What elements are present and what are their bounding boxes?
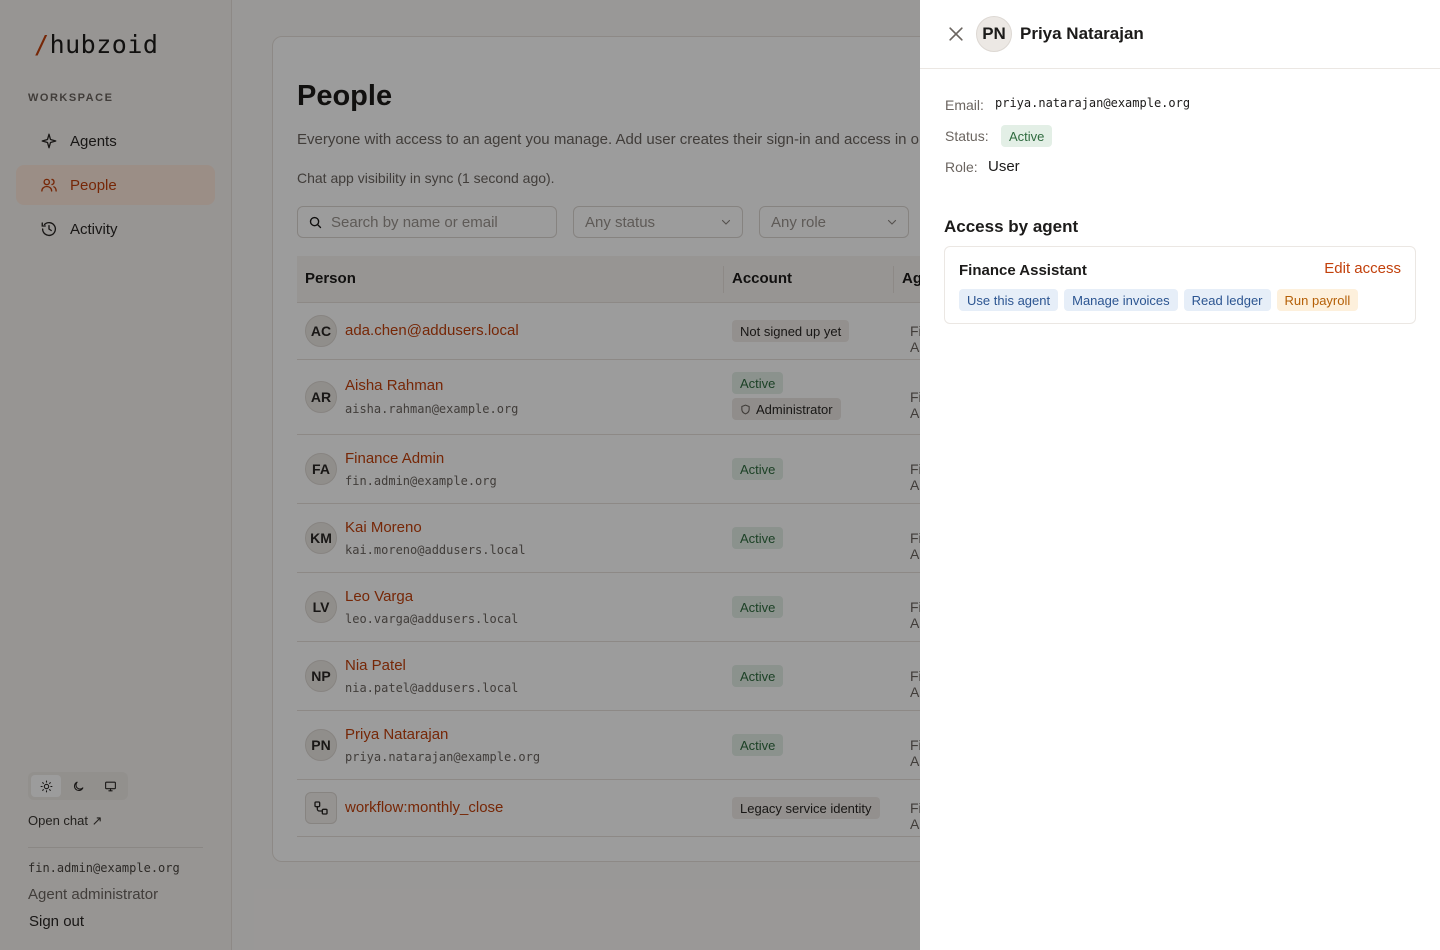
- permission-chip: Use this agent: [959, 289, 1059, 311]
- permission-list: Use this agent Manage invoices Read ledg…: [959, 289, 1359, 311]
- avatar: PN: [976, 16, 1012, 52]
- agent-name: Finance Assistant: [959, 262, 1087, 279]
- modal-backdrop[interactable]: [0, 0, 920, 950]
- permission-chip: Manage invoices: [1064, 289, 1178, 311]
- permission-chip: Read ledger: [1183, 289, 1271, 311]
- person-detail-drawer: PN Priya Natarajan Email: priya.nataraja…: [920, 0, 1440, 950]
- status-badge: Active: [1001, 125, 1053, 147]
- status-label: Status:: [945, 128, 989, 144]
- access-section-title: Access by agent: [944, 217, 1079, 236]
- close-icon[interactable]: [946, 24, 966, 44]
- drawer-header: PN Priya Natarajan: [920, 0, 1440, 69]
- role-value: User: [988, 158, 1020, 175]
- agent-access-card: Finance Assistant Edit access Use this a…: [944, 246, 1416, 324]
- email-value: priya.natarajan@example.org: [995, 96, 1191, 110]
- drawer-title: Priya Natarajan: [1020, 24, 1144, 43]
- edit-access-button[interactable]: Edit access: [1324, 260, 1401, 277]
- role-label: Role:: [945, 159, 978, 175]
- permission-chip: Run payroll: [1276, 289, 1359, 311]
- email-label: Email:: [945, 97, 984, 113]
